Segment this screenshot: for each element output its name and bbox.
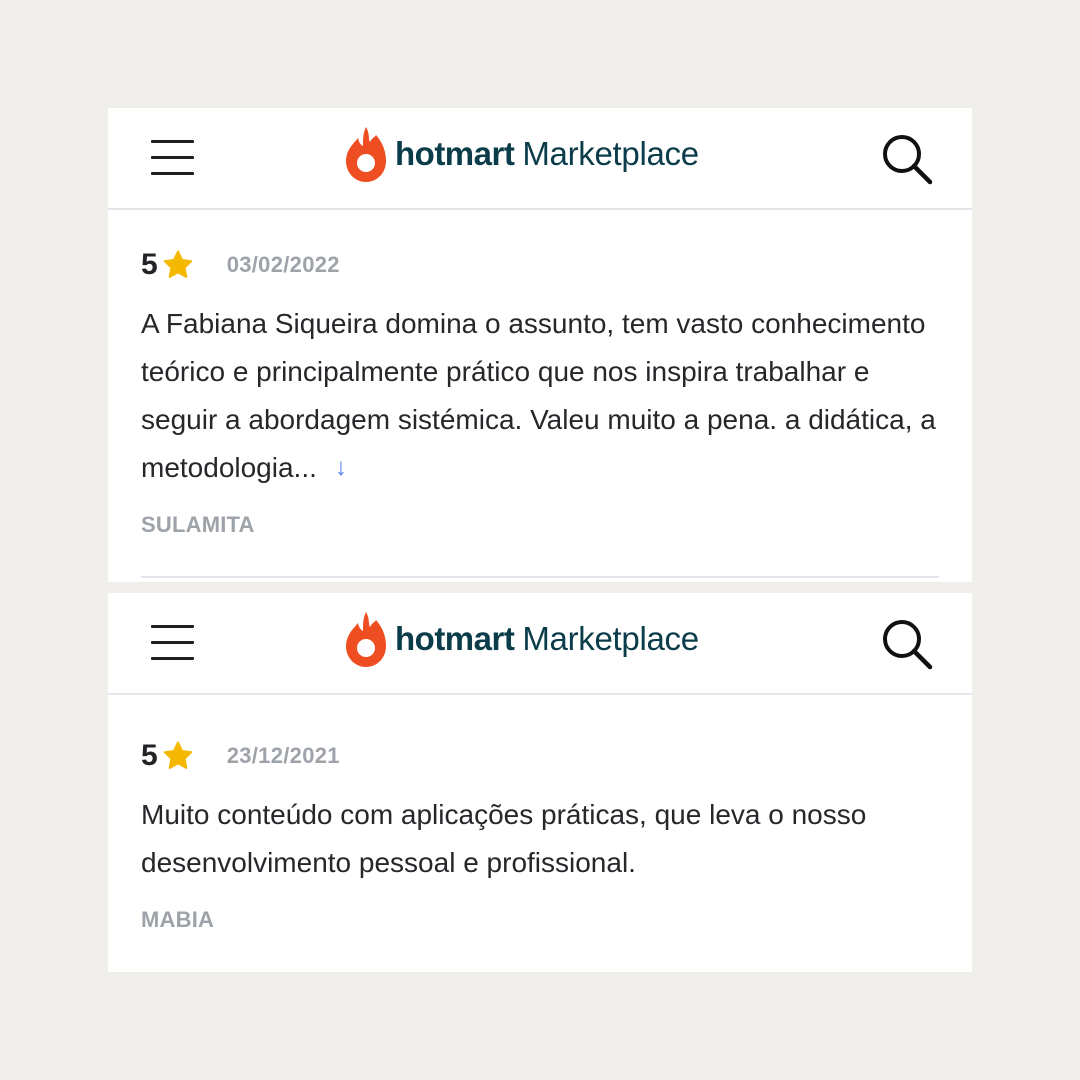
app-header: hotmart Marketplace xyxy=(108,108,972,210)
review-card: hotmart Marketplace 5 03/02/2022 A Fabia… xyxy=(108,108,972,582)
search-icon[interactable] xyxy=(880,132,934,186)
menu-icon[interactable] xyxy=(151,625,195,661)
arrow-down-icon[interactable]: ↓ xyxy=(335,444,347,492)
brand-name: hotmart xyxy=(395,135,515,172)
review-date: 03/02/2022 xyxy=(226,252,340,277)
search-icon[interactable] xyxy=(880,617,934,671)
review-item: 5 03/02/2022 A Fabiana Siqueira domina o… xyxy=(108,210,972,538)
review-date: 23/12/2021 xyxy=(226,743,340,768)
hotmart-logo[interactable]: hotmart Marketplace xyxy=(345,609,699,669)
star-icon xyxy=(163,250,192,278)
product-name: Marketplace xyxy=(522,620,699,657)
review-text-content: Muito conteúdo com aplicações práticas, … xyxy=(141,799,867,878)
reviewer-name: MABIA xyxy=(141,907,215,932)
review-text: A Fabiana Siqueira domina o assunto, tem… xyxy=(141,300,946,492)
flame-icon xyxy=(346,127,386,182)
review-text-content: A Fabiana Siqueira domina o assunto, tem… xyxy=(141,308,936,483)
brand-name: hotmart xyxy=(395,620,515,657)
flame-icon xyxy=(346,612,386,667)
review-text: Muito conteúdo com aplicações práticas, … xyxy=(141,791,946,887)
review-item: 5 23/12/2021 Muito conteúdo com aplicaçõ… xyxy=(108,695,972,933)
app-header: hotmart Marketplace xyxy=(108,593,972,695)
divider xyxy=(141,576,939,578)
hotmart-logo[interactable]: hotmart Marketplace xyxy=(345,124,699,184)
reviewer-name: SULAMITA xyxy=(141,512,255,537)
menu-icon[interactable] xyxy=(151,140,195,176)
review-meta: 5 23/12/2021 xyxy=(141,737,948,775)
rating-value: 5 xyxy=(141,739,158,772)
star-icon xyxy=(163,741,192,769)
review-meta: 5 03/02/2022 xyxy=(141,246,948,284)
product-name: Marketplace xyxy=(522,135,699,172)
rating-value: 5 xyxy=(141,248,158,281)
review-card: hotmart Marketplace 5 23/12/2021 Muito c… xyxy=(108,593,972,972)
